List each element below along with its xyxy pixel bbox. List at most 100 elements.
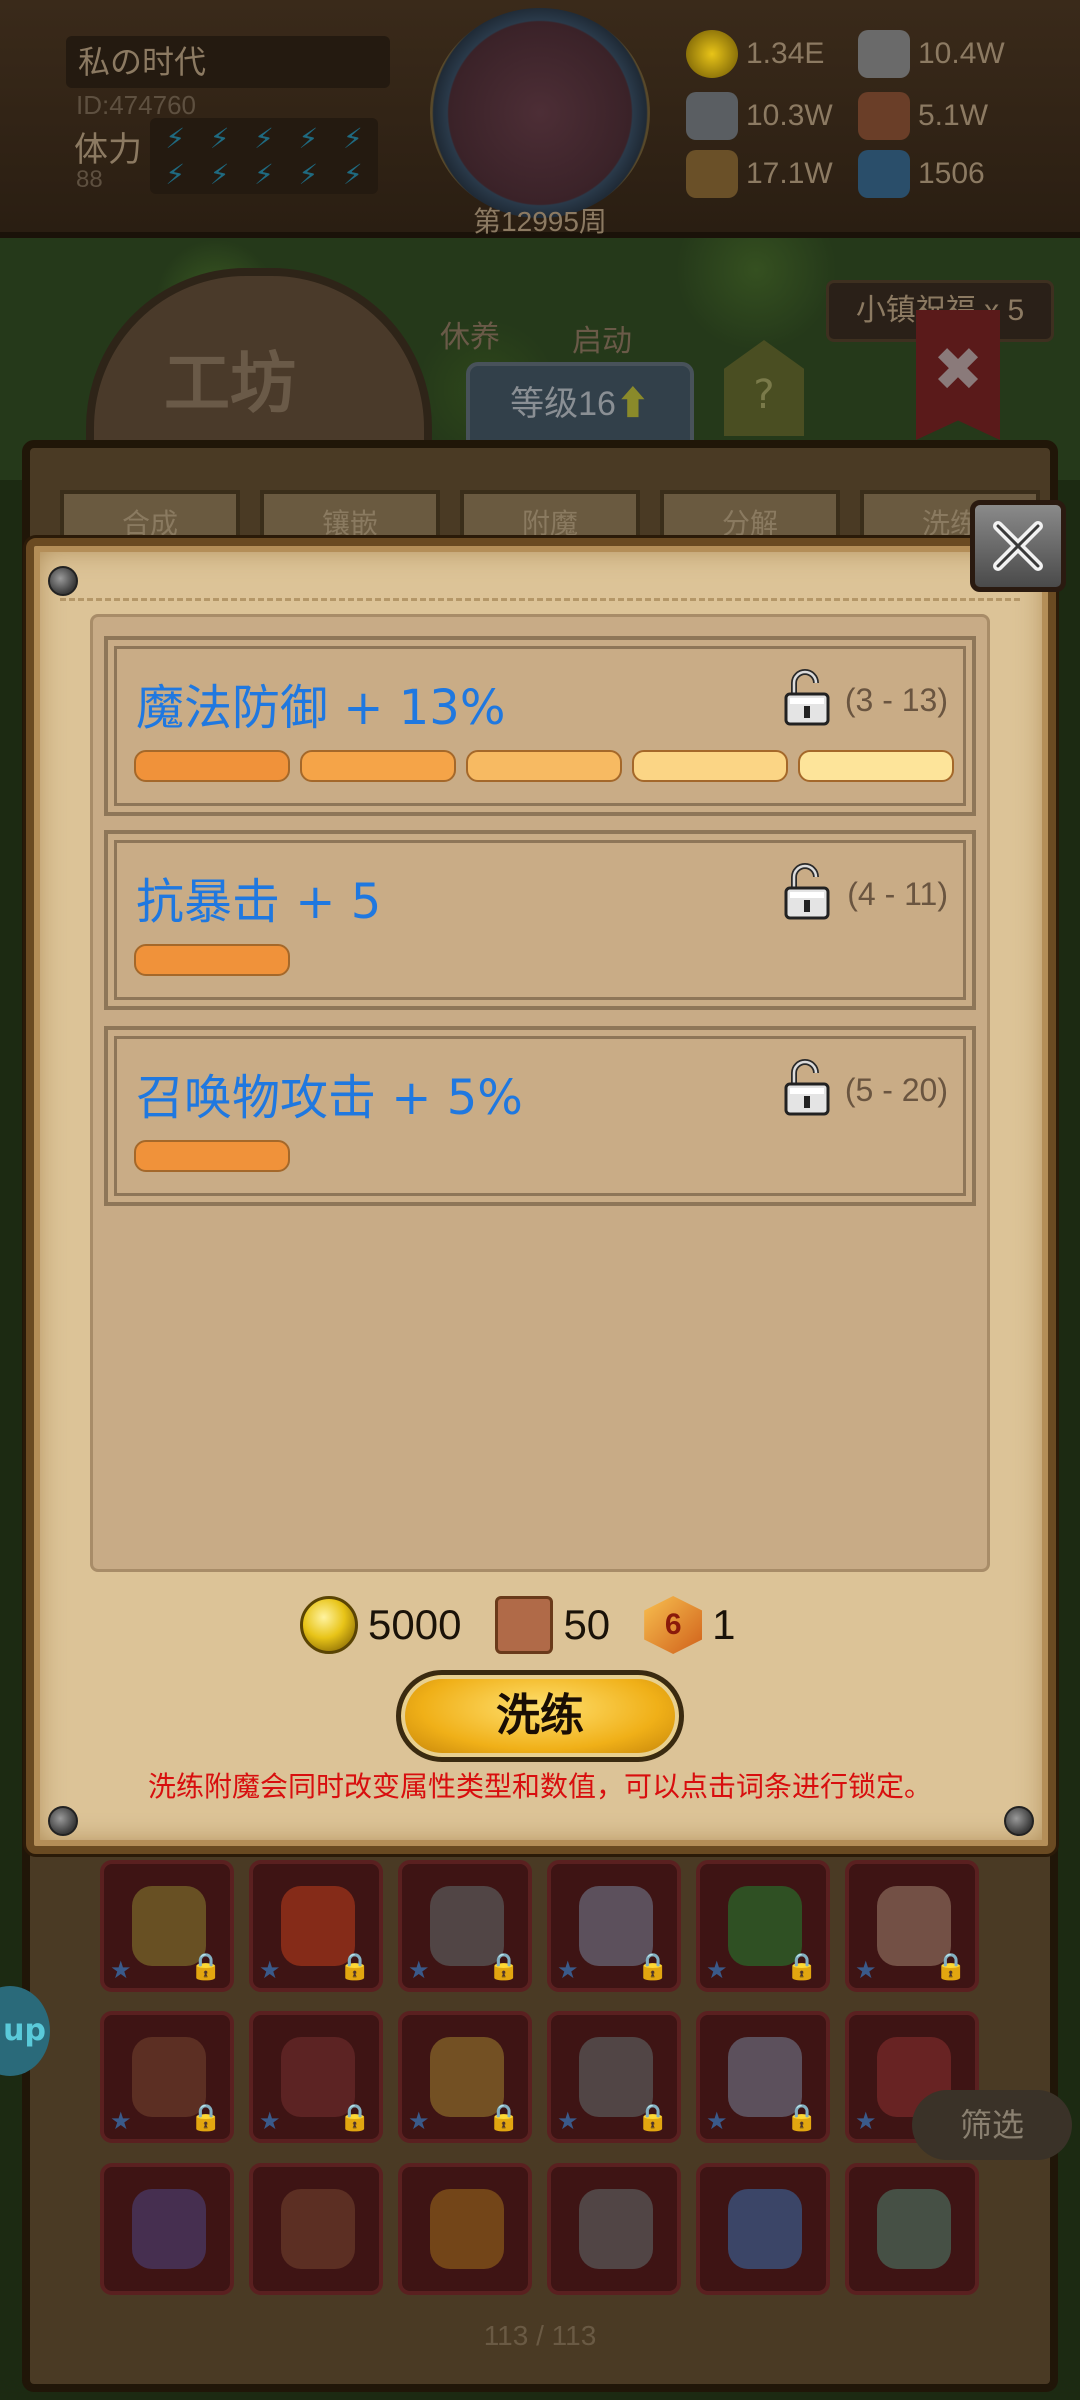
- top-status-bar: 私の时代 ID:474760 体力 88 ⚡ ⚡ ⚡ ⚡ ⚡ ⚡ ⚡ ⚡ ⚡ ⚡…: [0, 0, 1080, 238]
- lightning-icon: ⚡: [254, 158, 274, 191]
- crystal-icon: [858, 150, 910, 198]
- level-bar: [466, 750, 622, 782]
- close-workshop-icon[interactable]: ✖: [916, 310, 1000, 440]
- lightning-icon: ⚡: [298, 122, 319, 155]
- item-slot[interactable]: ★🔒: [100, 2011, 234, 2144]
- attribute-level-bars: [134, 944, 290, 976]
- attribute-range: (3 - 13): [844, 682, 948, 718]
- item-slot[interactable]: [249, 2162, 383, 2295]
- item-slot[interactable]: [100, 2162, 234, 2295]
- attribute-entry[interactable]: 魔法防御 + 13% (3 - 13): [104, 636, 976, 816]
- lock-icon: 🔒: [785, 2103, 818, 2134]
- pendant-icon: [877, 2188, 951, 2269]
- unlocked-padlock-icon[interactable]: [784, 1058, 830, 1116]
- cost-value: 1: [712, 1601, 736, 1648]
- item-slot[interactable]: [696, 2162, 830, 2295]
- lock-icon: 🔒: [487, 1952, 520, 1982]
- level-bar: [300, 750, 456, 782]
- attribute-entry[interactable]: 召唤物攻击 + 5% (5 - 20): [104, 1026, 976, 1206]
- attribute-level-bars: [134, 1140, 290, 1172]
- star-icon: ★: [110, 2107, 132, 2136]
- lightning-icon: ⚡: [209, 158, 230, 191]
- wood-log-icon: [686, 150, 738, 198]
- level-bar: [134, 750, 290, 782]
- unlocked-padlock-icon[interactable]: [784, 862, 830, 920]
- unlocked-padlock-icon[interactable]: [784, 668, 830, 726]
- gold-coin-icon: [300, 1596, 358, 1654]
- item-grid: ★🔒 ★🔒 ★🔒 ★🔒 ★🔒 ★🔒 ★🔒 ★🔒 ★🔒 ★🔒 ★🔒 ★🔒: [100, 1860, 980, 2300]
- lightning-icon: ⚡: [342, 122, 363, 155]
- item-slot[interactable]: ★🔒: [249, 2011, 383, 2144]
- filter-button[interactable]: 筛选: [912, 2090, 1072, 2160]
- star-icon: ★: [408, 2107, 430, 2136]
- resource-leather: 5.1W: [858, 92, 988, 140]
- player-name: 私の时代: [66, 36, 390, 88]
- item-slot[interactable]: ★🔒: [100, 1860, 234, 1992]
- resource-value: 1506: [918, 157, 985, 190]
- leather-icon: [858, 92, 910, 140]
- resource-iron: 10.4W: [858, 30, 1005, 78]
- gold-coin-icon: [686, 30, 738, 78]
- resource-value: 10.4W: [918, 37, 1005, 70]
- attribute-entry[interactable]: 抗暴击 + 5 (4 - 11): [104, 830, 976, 1010]
- item-slot[interactable]: ★🔒: [547, 1860, 681, 1992]
- page-count: 113 / 113: [483, 2320, 597, 2351]
- item-slot[interactable]: ★🔒: [696, 2011, 830, 2144]
- cost-value: 50: [563, 1601, 611, 1648]
- item-slot[interactable]: ★🔒: [398, 2011, 532, 2144]
- avatar[interactable]: [430, 8, 650, 218]
- attribute-name: 抗暴击 + 5: [136, 874, 382, 930]
- lock-icon: 🔒: [338, 1952, 371, 1982]
- refine-cost-row: 5000 50 6 1: [300, 1590, 758, 1660]
- item-slot[interactable]: ★🔒: [845, 1860, 979, 1992]
- item-slot[interactable]: [547, 2162, 681, 2295]
- item-slot[interactable]: [845, 2162, 979, 2295]
- cost-scroll: 50: [495, 1596, 610, 1654]
- star-icon: ★: [557, 1956, 579, 1984]
- refine-button[interactable]: 洗练: [396, 1670, 684, 1762]
- lock-icon: 🔒: [934, 1952, 967, 1982]
- resource-value: 1.34E: [746, 37, 825, 70]
- cost-value: 5000: [368, 1601, 462, 1648]
- stamina-bolts: ⚡ ⚡ ⚡ ⚡ ⚡ ⚡ ⚡ ⚡ ⚡ ⚡: [150, 118, 378, 194]
- close-button[interactable]: [970, 500, 1066, 592]
- building-label-rest[interactable]: 休养: [440, 312, 500, 356]
- item-slot[interactable]: ★🔒: [696, 1860, 830, 1992]
- player-id: ID:474760: [76, 90, 196, 120]
- star-icon: ★: [706, 2107, 728, 2136]
- attribute-name: 魔法防御 + 13%: [136, 680, 506, 736]
- star-icon: ★: [557, 2107, 579, 2136]
- stamina-label: 体力: [74, 131, 142, 169]
- witch-hat-icon: [132, 2188, 206, 2269]
- pumpkin-icon: [430, 2188, 504, 2269]
- lock-icon: 🔒: [785, 1952, 818, 1982]
- lock-icon: 🔒: [487, 2103, 520, 2134]
- star-icon: ★: [110, 1956, 132, 1984]
- week-counter: 第12995周: [473, 206, 607, 237]
- item-slot[interactable]: [398, 2162, 532, 2295]
- item-slot[interactable]: ★🔒: [249, 1860, 383, 1992]
- item-slot[interactable]: ★🔒: [398, 1860, 532, 1992]
- rivet-decoration: [48, 566, 78, 596]
- level-bar: [134, 944, 290, 976]
- chest-armor-icon: [281, 2188, 355, 2269]
- resource-wood: 17.1W: [686, 150, 833, 198]
- item-slot[interactable]: ★🔒: [547, 2011, 681, 2144]
- orb-icon: [728, 2188, 802, 2269]
- resource-value: 10.3W: [746, 99, 833, 132]
- cost-gem: 6 1: [644, 1596, 736, 1654]
- resource-value: 17.1W: [746, 157, 833, 190]
- level-bar: [632, 750, 788, 782]
- lock-icon: 🔒: [189, 2103, 222, 2134]
- refine-hint-text: 洗练附魔会同时改变属性类型和数值，可以点击词条进行锁定。: [147, 1770, 932, 1803]
- level-bar: [134, 1140, 290, 1172]
- dialog-top-ornament: [60, 558, 1020, 601]
- lightning-icon: ⚡: [209, 122, 230, 155]
- building-label-start[interactable]: 启动: [572, 316, 632, 360]
- level-bar: [798, 750, 954, 782]
- lock-icon: 🔒: [636, 1952, 669, 1982]
- lightning-icon: ⚡: [165, 158, 186, 191]
- attribute-range: (5 - 20): [844, 1072, 948, 1108]
- cost-gold: 5000: [300, 1596, 461, 1654]
- d6-gem-icon: 6: [644, 1596, 703, 1654]
